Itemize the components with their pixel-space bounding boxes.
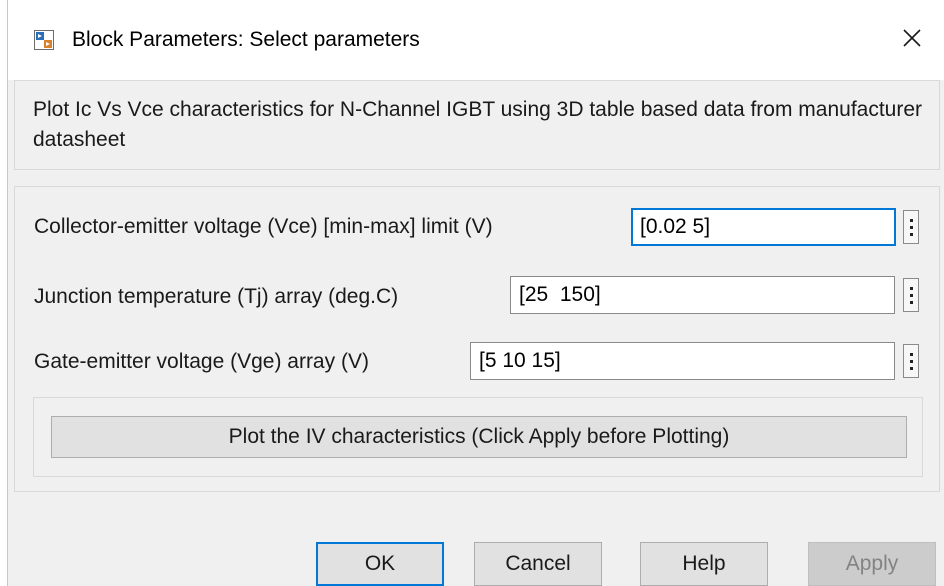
cancel-button[interactable]: Cancel <box>474 542 602 586</box>
vge-array-input[interactable] <box>470 342 895 380</box>
kebab-dot-icon <box>909 225 913 229</box>
vge-array-options-button[interactable] <box>903 344 919 378</box>
vce-limit-input[interactable] <box>631 208 896 246</box>
kebab-dot-icon <box>909 218 913 222</box>
description-panel: Plot Ic Vs Vce characteristics for N-Cha… <box>14 80 940 170</box>
plot-iv-characteristics-button[interactable]: Plot the IV characteristics (Click Apply… <box>51 416 907 458</box>
kebab-dot-icon <box>909 300 913 304</box>
vce-limit-label: Collector-emitter voltage (Vce) [min-max… <box>34 215 493 238</box>
description-text: Plot Ic Vs Vce characteristics for N-Cha… <box>33 98 923 151</box>
plot-button-group: Plot the IV characteristics (Click Apply… <box>33 397 923 477</box>
ok-button[interactable]: OK <box>316 542 444 586</box>
tj-array-options-button[interactable] <box>903 278 919 312</box>
kebab-dot-icon <box>909 366 913 370</box>
tj-array-input[interactable] <box>510 276 895 314</box>
window-title: Block Parameters: Select parameters <box>72 28 420 51</box>
kebab-dot-icon <box>909 352 913 356</box>
close-button[interactable] <box>880 0 944 80</box>
title-bar[interactable]: Block Parameters: Select parameters <box>8 0 944 80</box>
kebab-dot-icon <box>909 286 913 290</box>
help-button[interactable]: Help <box>640 542 768 586</box>
parameters-panel: Collector-emitter voltage (Vce) [min-max… <box>14 186 940 492</box>
kebab-dot-icon <box>909 359 913 363</box>
simulink-block-icon <box>34 30 54 50</box>
background-window-edge <box>0 0 8 586</box>
kebab-dot-icon <box>909 232 913 236</box>
close-icon <box>902 28 922 53</box>
tj-array-label: Junction temperature (Tj) array (deg.C) <box>34 285 399 308</box>
vce-limit-options-button[interactable] <box>903 210 919 244</box>
vge-array-label: Gate-emitter voltage (Vge) array (V) <box>34 350 369 373</box>
apply-button[interactable]: Apply <box>808 542 936 586</box>
kebab-dot-icon <box>909 293 913 297</box>
block-parameters-dialog: Block Parameters: Select parameters Plot… <box>0 0 944 586</box>
